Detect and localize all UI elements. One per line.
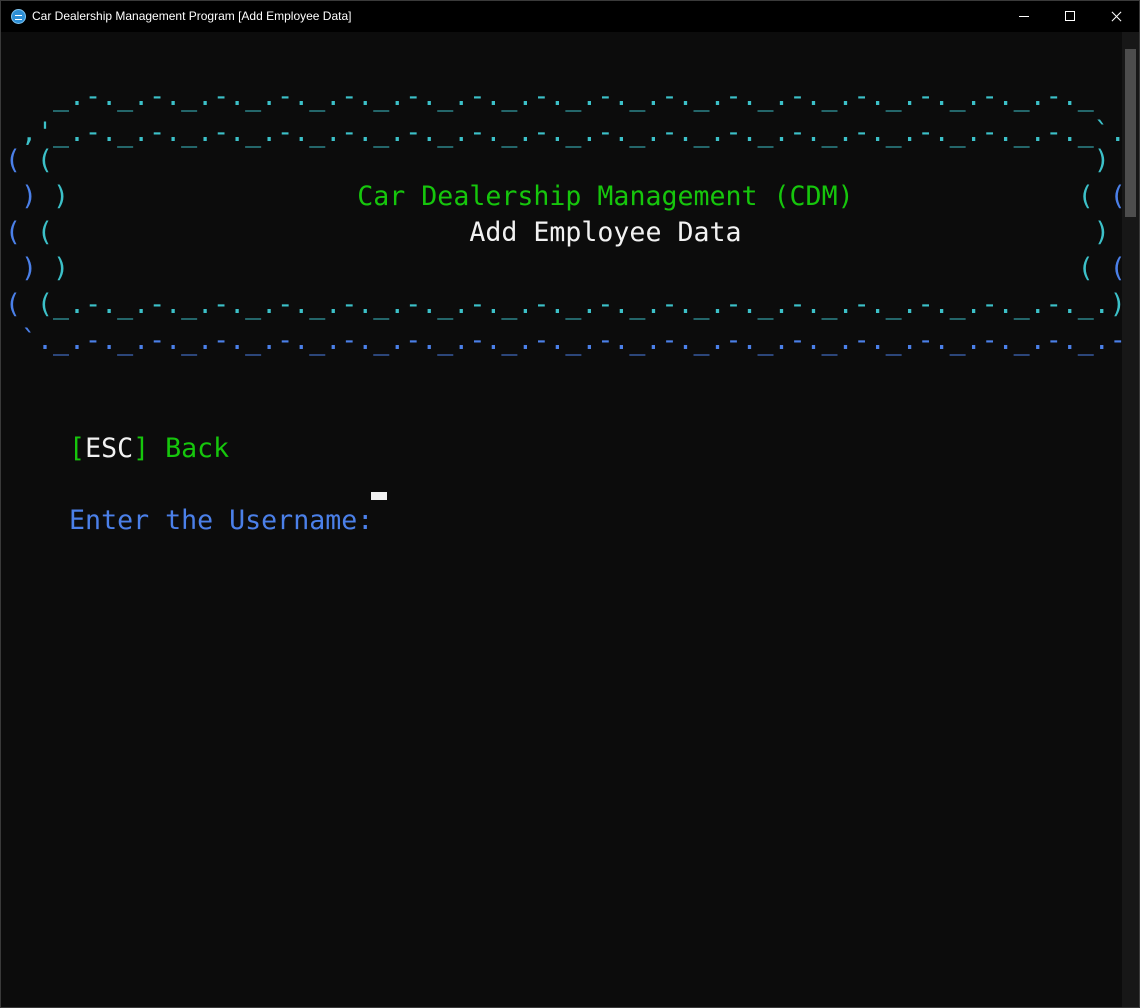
minimize-icon[interactable] (1001, 1, 1047, 32)
banner-segment: ( (5, 145, 38, 176)
console-window: Car Dealership Management Program [Add E… (0, 0, 1140, 1008)
banner-segment: ( (5, 217, 38, 248)
banner-line: ( ( ) ) (5, 143, 1139, 179)
banner-segment: `._.-._.-._.-._.-._.-._.-._.-._.-._.-._.… (5, 325, 1140, 356)
banner-segment: ) (53, 181, 70, 212)
banner-segment: (_.-._.-._.-._.-._.-._.-._.-._.-._.-._.-… (37, 289, 1126, 320)
banner-line: ) ) Car Dealership Management (CDM) ( ( (5, 179, 1126, 215)
banner-segment: ( (5, 289, 38, 320)
banner-segment: Car Dealership Management (CDM) (69, 181, 1078, 212)
esc-bracket-open: [ (69, 433, 86, 464)
banner-segment: ( ) (37, 145, 1110, 176)
username-prompt-label: Enter the Username: (69, 505, 390, 536)
esc-key-label: ESC (85, 433, 134, 464)
banner-segment: ( (1077, 181, 1094, 212)
banner-segment: ) (5, 253, 54, 284)
esc-back-option[interactable]: [ESC] Back (5, 395, 229, 464)
title-bar[interactable]: Car Dealership Management Program [Add E… (1, 1, 1139, 32)
banner-segment: ) (1093, 217, 1110, 248)
banner-line: `._.-._.-._.-._.-._.-._.-._.-._.-._.-._.… (5, 323, 1140, 359)
banner-line: ( ( Add Employee Data ) ) (5, 215, 1139, 251)
banner-segment: ) (5, 181, 54, 212)
banner-segment: _.-._.-._.-._.-._.-._.-._.-._.-._.-._.-.… (5, 81, 1094, 112)
close-icon[interactable] (1093, 1, 1139, 32)
window-title: Car Dealership Management Program [Add E… (32, 9, 352, 23)
scrollbar-thumb[interactable] (1125, 49, 1136, 217)
back-label: Back (149, 433, 230, 464)
terminal-app-icon[interactable] (11, 9, 26, 24)
banner-line: ( (_.-._.-._.-._.-._.-._.-._.-._.-._.-._… (5, 287, 1139, 323)
username-prompt: Enter the Username: (5, 467, 389, 536)
vertical-scrollbar[interactable] (1122, 32, 1139, 1007)
banner-line: ) ) ( ( (5, 251, 1126, 287)
banner-segment: ( (1093, 253, 1126, 284)
banner-segment: ( (1093, 181, 1126, 212)
esc-bracket-close: ] (133, 433, 150, 464)
banner-line: _.-._.-._.-._.-._.-._.-._.-._.-._.-._.-.… (5, 79, 1094, 115)
banner-segment: Add Employee Data (53, 217, 1094, 248)
banner-segment: ) ( (53, 253, 1094, 284)
text-cursor[interactable] (371, 492, 387, 500)
maximize-icon[interactable] (1047, 1, 1093, 32)
banner-segment: ( (37, 217, 54, 248)
